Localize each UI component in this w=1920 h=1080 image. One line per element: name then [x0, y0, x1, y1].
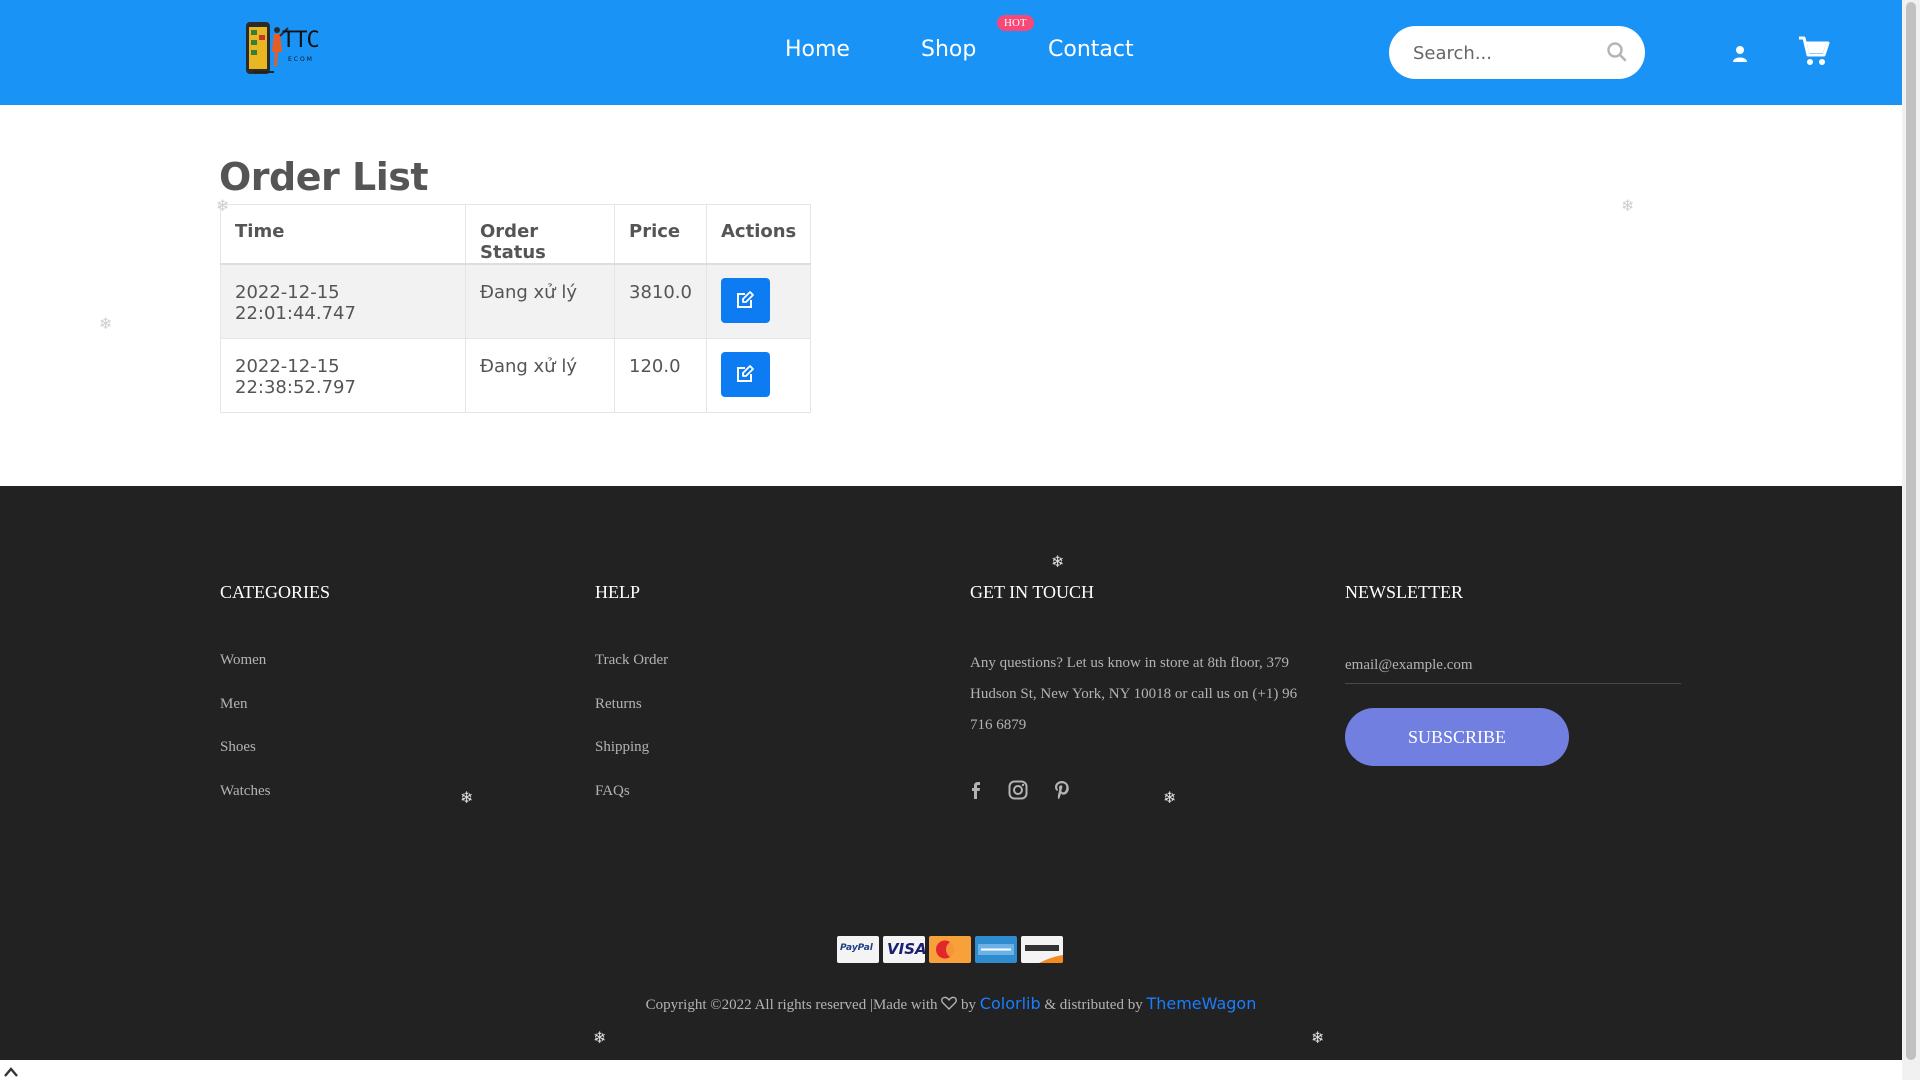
scrollbar-thumb[interactable]: [1906, 2, 1916, 1060]
cell-price: 120.0: [614, 337, 707, 413]
footer-link-returns[interactable]: Returns: [595, 696, 642, 713]
snowflake-icon: ❄: [1163, 788, 1177, 807]
cell-status: Đang xử lý: [465, 337, 615, 413]
visa-icon: VISA: [883, 936, 927, 963]
edit-icon: [736, 364, 754, 382]
site-logo[interactable]: TTC ECOM: [244, 18, 330, 78]
nav-shop[interactable]: Shop: [921, 37, 976, 62]
column-header-price: Price: [614, 204, 707, 265]
cell-time: 2022-12-15 22:38:52.797: [220, 337, 466, 413]
copyright-prefix: Copyright ©2022 All rights reserved |Mad…: [645, 997, 938, 1013]
snowflake-icon: ❄: [1311, 1028, 1325, 1047]
copyright-by: by: [961, 997, 977, 1013]
snowflake-icon: ❄: [99, 314, 113, 333]
heart-icon: [941, 996, 958, 1010]
mastercard-icon: [929, 936, 971, 963]
copyright-distributed: & distributed by: [1044, 997, 1143, 1013]
table-header-row: Time Order Status Price Actions: [220, 204, 812, 265]
themewagon-link[interactable]: ThemeWagon: [1146, 994, 1256, 1013]
help-heading: HELP: [595, 582, 640, 602]
footer-link-watches[interactable]: Watches: [220, 783, 270, 800]
subscribe-button[interactable]: SUBSCRIBE: [1345, 708, 1569, 766]
search-icon[interactable]: [1606, 41, 1628, 63]
footer-link-track-order[interactable]: Track Order: [595, 652, 668, 669]
hot-badge: HOT: [997, 15, 1034, 31]
cart-icon[interactable]: [1797, 34, 1831, 68]
footer-link-faqs[interactable]: FAQs: [595, 783, 630, 800]
page-title: Order List: [219, 155, 429, 199]
nav-home[interactable]: Home: [785, 37, 850, 62]
site-footer: ❄ CATEGORIES Women Men Shoes Watches ❄ H…: [0, 486, 1902, 1060]
american-express-icon: [975, 936, 1017, 963]
chevron-up-icon[interactable]: [3, 1066, 19, 1078]
footer-link-shipping[interactable]: Shipping: [595, 739, 649, 756]
footer-link-shoes[interactable]: Shoes: [220, 739, 256, 756]
newsletter-email-input[interactable]: [1345, 648, 1681, 684]
search-input[interactable]: [1413, 39, 1593, 67]
column-header-status: Order Status: [465, 204, 615, 265]
edit-order-button[interactable]: [720, 351, 770, 397]
edit-icon: [736, 291, 754, 308]
snowflake-icon: ❄: [1051, 552, 1065, 571]
colorlib-link[interactable]: Colorlib: [980, 994, 1041, 1013]
user-icon[interactable]: [1730, 44, 1750, 64]
cell-price: 3810.0: [614, 263, 707, 339]
paypal-icon: PayPal: [837, 936, 879, 963]
contact-heading: GET IN TOUCH: [970, 582, 1095, 602]
cell-actions: [705, 337, 812, 413]
column-header-actions: Actions: [705, 204, 812, 265]
discover-icon: [1021, 936, 1063, 963]
footer-link-women[interactable]: Women: [220, 652, 266, 669]
newsletter-heading: NEWSLETTER: [1345, 582, 1463, 602]
snowflake-icon: ❄: [1621, 196, 1635, 215]
cell-time: 2022-12-15 22:01:44.747: [220, 263, 466, 339]
site-header: TTC ECOM Home Shop HOT Contact: [0, 0, 1902, 105]
footer-link-men[interactable]: Men: [220, 696, 248, 713]
table-row: 2022-12-15 22:38:52.797 Đang xử lý 120.0: [220, 337, 812, 413]
logo-subtext: ECOM: [288, 56, 314, 63]
bottom-bar: [0, 1060, 1902, 1080]
nav-contact[interactable]: Contact: [1048, 37, 1134, 62]
edit-order-button[interactable]: [720, 278, 770, 323]
pinterest-icon[interactable]: [1051, 779, 1073, 801]
snowflake-icon: ❄: [593, 1028, 607, 1047]
snowflake-icon: ❄: [216, 196, 230, 215]
order-table: Time Order Status Price Actions 2022-12-…: [220, 204, 812, 413]
snowflake-icon: ❄: [460, 788, 474, 807]
logo-text: TTC: [282, 28, 320, 53]
instagram-icon[interactable]: [1007, 779, 1029, 801]
page-scrollbar[interactable]: [1902, 0, 1920, 1080]
categories-heading: CATEGORIES: [220, 582, 331, 602]
contact-text: Any questions? Let us know in store at 8…: [970, 655, 1298, 733]
table-row: 2022-12-15 22:01:44.747 Đang xử lý 3810.…: [220, 263, 812, 339]
copyright-text: Copyright ©2022 All rights reserved |Mad…: [0, 994, 1902, 1014]
cell-status: Đang xử lý: [465, 263, 615, 339]
facebook-icon[interactable]: [965, 779, 987, 801]
cell-actions: [705, 263, 812, 339]
column-header-time: Time: [220, 204, 466, 265]
